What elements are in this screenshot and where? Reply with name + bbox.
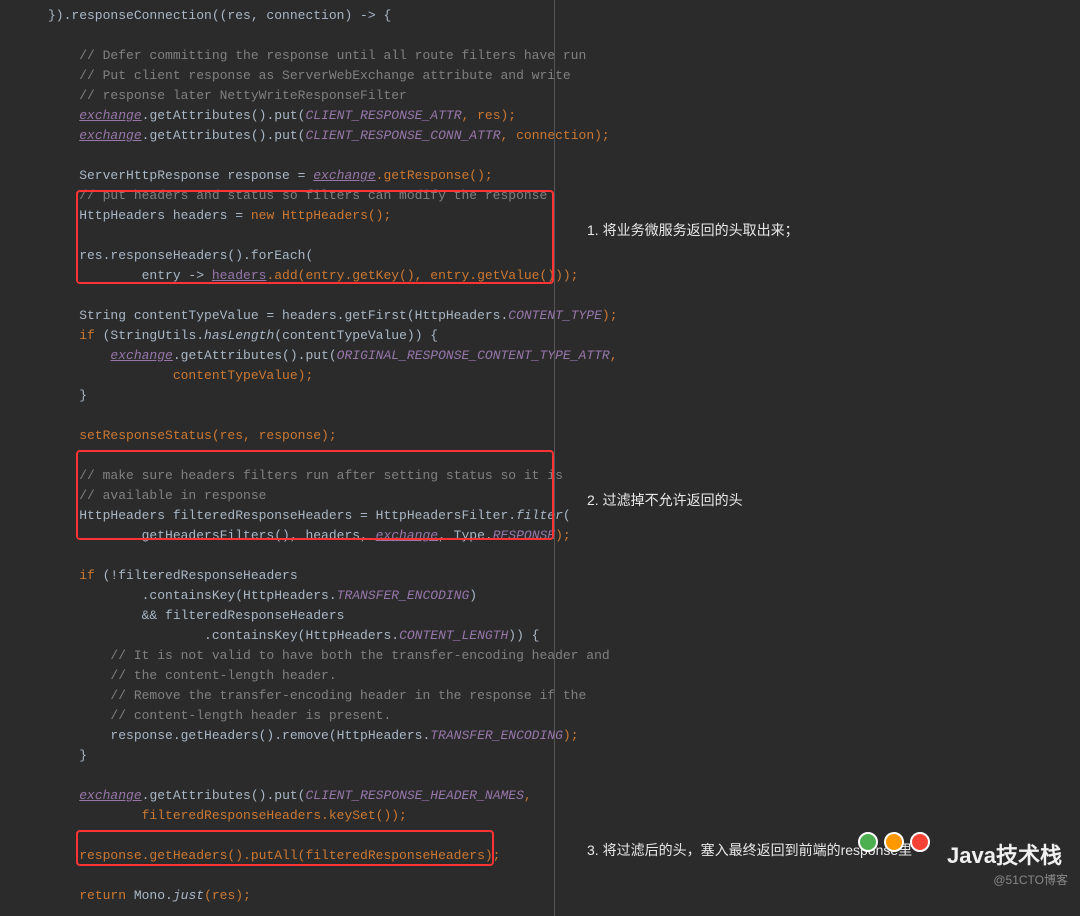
code-comment: // available in response (48, 488, 266, 503)
dot-green-icon (858, 832, 878, 852)
code-area[interactable]: }).responseConnection((res, connection) … (0, 0, 555, 916)
watermark-cto: @51CTO博客 (993, 870, 1068, 890)
code-line: filteredResponseHeaders.keySet()); (48, 808, 407, 823)
static-field: RESPONSE (493, 528, 555, 543)
code-line: }).responseConnection((res, connection) … (48, 8, 391, 23)
watermark-dots-icon (858, 832, 930, 852)
code-line: && filteredResponseHeaders (48, 608, 344, 623)
static-field: TRANSFER_ENCODING (337, 588, 470, 603)
keyword-if: if (79, 568, 95, 583)
code-line: contentTypeValue); (48, 368, 313, 383)
code-comment: // make sure headers filters run after s… (48, 468, 563, 483)
static-method: just (173, 888, 204, 903)
keyword-return: return (79, 888, 126, 903)
code-line: } (48, 388, 87, 403)
var-ref: headers (212, 268, 267, 283)
static-field: CLIENT_RESPONSE_HEADER_NAMES (305, 788, 523, 803)
code-line: res.responseHeaders().forEach( (48, 248, 313, 263)
code-comment: // It is not valid to have both the tran… (48, 648, 610, 663)
code-comment: // the content-length header. (48, 668, 337, 683)
editor-container: }).responseConnection((res, connection) … (0, 0, 1080, 916)
code-comment: // content-length header is present. (48, 708, 391, 723)
field-ref: exchange (79, 128, 141, 143)
field-ref: exchange (79, 108, 141, 123)
field-ref: exchange (376, 528, 438, 543)
code-comment: // response later NettyWriteResponseFilt… (48, 88, 407, 103)
watermark-java: Java技术栈 (947, 846, 1062, 866)
code-comment: // Put client response as ServerWebExcha… (48, 68, 571, 83)
code-comment: // Remove the transfer-encoding header i… (48, 688, 586, 703)
static-field: TRANSFER_ENCODING (430, 728, 563, 743)
field-ref: exchange (110, 348, 172, 363)
annotation-area: 1. 将业务微服务返回的头取出来； 2. 过滤掉不允许返回的头 3. 将过滤后的… (555, 0, 1080, 916)
keyword-if: if (79, 328, 95, 343)
keyword-new: new (251, 208, 274, 223)
static-field: CLIENT_RESPONSE_ATTR (305, 108, 461, 123)
dot-red-icon (910, 832, 930, 852)
annotation-1: 1. 将业务微服务返回的头取出来； (587, 220, 799, 240)
dot-orange-icon (884, 832, 904, 852)
annotation-2: 2. 过滤掉不允许返回的头 (587, 490, 743, 510)
field-ref: exchange (79, 788, 141, 803)
static-field: CLIENT_RESPONSE_CONN_ATTR (305, 128, 500, 143)
field-ref: exchange (313, 168, 375, 183)
code-comment: // put headers and status so filters can… (48, 188, 547, 203)
code-line: setResponseStatus(res, response); (48, 428, 337, 443)
static-field: CONTENT_LENGTH (399, 628, 508, 643)
code-line: response.getHeaders().putAll(filteredRes… (48, 848, 500, 863)
static-method: hasLength (204, 328, 274, 343)
code-line: } (48, 748, 87, 763)
code-comment: // Defer committing the response until a… (48, 48, 586, 63)
